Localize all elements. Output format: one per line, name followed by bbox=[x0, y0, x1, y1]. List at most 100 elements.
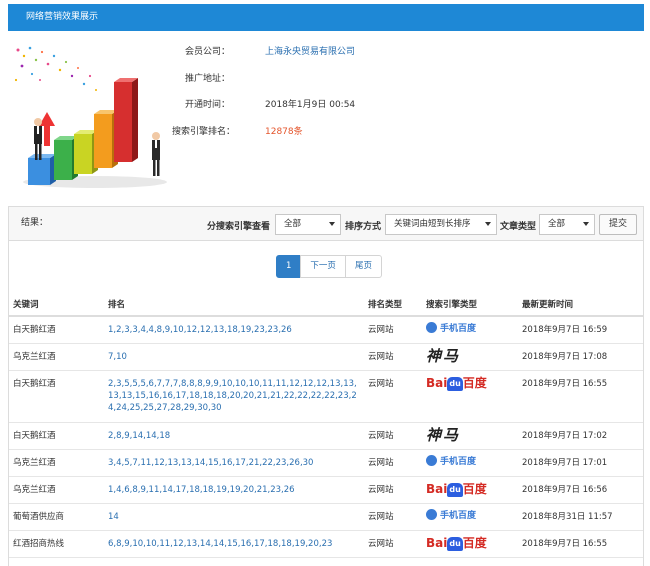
paw-icon bbox=[426, 454, 437, 466]
confetti-decoration bbox=[14, 46, 97, 91]
page-header: 网络营销效果展示 bbox=[8, 4, 644, 31]
mobile-baidu-text: 手机百度 bbox=[440, 510, 477, 521]
open-time-row: 开通时间： 2018年1月9日 00:54 bbox=[185, 97, 485, 124]
baidu-logo-bai: Bai bbox=[426, 481, 448, 496]
rank-cell: 3,4,5,7,11,12,13,13,14,15,16,17,21,22,23… bbox=[104, 449, 364, 477]
address-label: 推广地址： bbox=[185, 73, 231, 84]
table-row: 白天鹅红酒 1,2,3,3,4,4,8,9,10,12,12,13,18,19,2… bbox=[9, 316, 643, 344]
page-1-button[interactable]: 1 bbox=[276, 255, 302, 278]
engine-cell: 手机百度 bbox=[422, 503, 518, 531]
engine-cell: 神马 bbox=[422, 422, 518, 450]
mobile-baidu-logo: 手机百度 bbox=[426, 322, 476, 338]
mobile-baidu-text: 手机百度 bbox=[440, 324, 477, 334]
updated-cell: 2018年9月7日 17:02 bbox=[518, 422, 643, 450]
sort-select[interactable]: 关键词由短到长排序 bbox=[385, 214, 497, 235]
open-time-value: 2018年1月9日 00:54 bbox=[265, 100, 356, 110]
rank-cell: 1,4,6,8,9,11,14,17,18,18,19,19,20,21,23,… bbox=[104, 476, 364, 504]
engine-cell: 神马 bbox=[422, 343, 518, 371]
keyword-cell: 白天鹅红酒 bbox=[9, 422, 104, 450]
engine-filter-label: 分搜索引擎查看 bbox=[207, 222, 271, 232]
col-updated: 最新更新时间 bbox=[518, 293, 643, 317]
keyword-cell: 红酒招商热线 bbox=[9, 530, 104, 558]
chevron-down-icon bbox=[485, 222, 491, 226]
rank-type-cell: 云网站 bbox=[364, 316, 422, 344]
rank-type-cell: 云网站 bbox=[364, 449, 422, 477]
baidu-logo: Bai du 百度 bbox=[426, 482, 487, 498]
submit-button[interactable]: 提交 bbox=[599, 214, 637, 235]
table-row: 白天鹅红酒 2,3,5,5,5,6,7,7,7,8,8,8,9,9,10,10,1… bbox=[9, 370, 643, 423]
businessman-left bbox=[34, 118, 42, 160]
baidu-logo: Bai du 百度 bbox=[426, 536, 487, 552]
growth-illustration bbox=[14, 46, 167, 188]
article-type-select[interactable]: 全部 bbox=[539, 214, 595, 235]
paw-icon bbox=[426, 322, 437, 333]
rank-type-cell: 云网站 bbox=[364, 343, 422, 371]
updated-cell: 2018年9月7日 17:01 bbox=[518, 449, 643, 477]
keyword-cell: 白天鹅红酒 bbox=[9, 316, 104, 344]
keyword-cell: 乌克兰红酒 bbox=[9, 449, 104, 477]
table-row: 白天鹅红酒 2,8,9,14,14,18 云网站 神马 2018年9月7日 17:02 bbox=[9, 422, 643, 450]
engine-cell: Bai du 百度 bbox=[422, 476, 518, 504]
mobile-baidu-text: 手机百度 bbox=[440, 456, 477, 467]
pagination: 1 下一页 尾页 bbox=[276, 255, 382, 278]
baidu-logo-du: du bbox=[447, 536, 463, 551]
rank-type-cell: 云网站 bbox=[364, 370, 422, 423]
results-table: 关键词 排名 排名类型 搜索引擎类型 最新更新时间 白天鹅红酒 1,2,3,3,4… bbox=[9, 293, 643, 558]
table-row: 乌克兰红酒 1,4,6,8,9,11,14,17,18,18,19,19,20,2… bbox=[9, 476, 643, 504]
sort-label: 排序方式 bbox=[345, 222, 382, 232]
paw-icon bbox=[426, 508, 437, 520]
page-title: 网络营销效果展示 bbox=[26, 12, 99, 22]
engine-cell: Bai du 百度 bbox=[422, 530, 518, 558]
table-row: 乌克兰红酒 3,4,5,7,11,12,13,13,14,15,16,17,21,… bbox=[9, 449, 643, 477]
rank-type-cell: 云网站 bbox=[364, 476, 422, 504]
address-row: 推广地址： bbox=[185, 71, 485, 98]
keyword-cell: 乌克兰红酒 bbox=[9, 476, 104, 504]
table-row: 红酒招商热线 6,8,9,10,10,11,12,13,14,14,15,16,1… bbox=[9, 530, 643, 558]
open-time-label: 开通时间： bbox=[185, 100, 231, 110]
updated-cell: 2018年9月7日 16:59 bbox=[518, 316, 643, 344]
sort-select-value: 关键词由短到长排序 bbox=[394, 219, 471, 229]
mobile-baidu-logo: 手机百度 bbox=[426, 508, 477, 525]
col-engine-type: 搜索引擎类型 bbox=[422, 293, 518, 317]
rank-type-cell: 云网站 bbox=[364, 530, 422, 558]
rank-label: 搜索引擎排名： bbox=[172, 126, 236, 137]
table-row: 葡萄酒供应商 14 云网站 手机百度 2018年8月31日 11:57 bbox=[9, 503, 643, 531]
baidu-logo-bai: Bai bbox=[426, 375, 448, 390]
chevron-down-icon bbox=[583, 222, 589, 226]
baidu-logo-du: du bbox=[447, 376, 463, 391]
baidu-logo: Bai du 百度 bbox=[426, 376, 487, 392]
article-type-label: 文章类型 bbox=[500, 222, 537, 232]
updated-cell: 2018年9月7日 17:08 bbox=[518, 343, 643, 371]
rank-row: 搜索引擎排名： 12878条 bbox=[172, 124, 485, 151]
rank-cell: 2,3,5,5,5,6,7,7,7,8,8,8,9,9,10,10,10,11,… bbox=[104, 370, 364, 423]
shenma-logo: 神马 bbox=[426, 425, 461, 444]
engine-select[interactable]: 全部 bbox=[275, 214, 341, 235]
updated-cell: 2018年8月31日 11:57 bbox=[518, 503, 643, 531]
last-page-button[interactable]: 尾页 bbox=[344, 255, 382, 278]
chevron-down-icon bbox=[329, 222, 335, 226]
updated-cell: 2018年9月7日 16:55 bbox=[518, 370, 643, 423]
rank-value: 12878条 bbox=[265, 126, 303, 137]
result-label: 结果： bbox=[21, 218, 49, 228]
table-row: 乌克兰红酒 7,10 云网站 神马 2018年9月7日 17:08 bbox=[9, 343, 643, 371]
updated-cell: 2018年9月7日 16:56 bbox=[518, 476, 643, 504]
company-value[interactable]: 上海永央贸易有限公司 bbox=[265, 44, 355, 57]
engine-cell: 手机百度 bbox=[422, 449, 518, 477]
updated-cell: 2018年9月7日 16:55 bbox=[518, 530, 643, 558]
table-header-row: 关键词 排名 排名类型 搜索引擎类型 最新更新时间 bbox=[9, 293, 643, 317]
engine-cell: 手机百度 bbox=[422, 316, 518, 344]
filter-bar: 结果： 分搜索引擎查看 全部 排序方式 关键词由短到长排序 文章类型 全部 提交 bbox=[9, 207, 643, 241]
shenma-logo: 神马 bbox=[426, 346, 461, 365]
keyword-cell: 葡萄酒供应商 bbox=[9, 503, 104, 531]
baidu-logo-cn: 百度 bbox=[462, 535, 487, 550]
col-keyword: 关键词 bbox=[9, 293, 104, 317]
next-page-button[interactable]: 下一页 bbox=[300, 255, 346, 278]
engine-cell: Bai du 百度 bbox=[422, 370, 518, 423]
baidu-logo-du: du bbox=[447, 482, 463, 497]
mobile-baidu-logo: 手机百度 bbox=[426, 454, 477, 471]
company-row: 会员公司： 上海永央贸易有限公司 bbox=[185, 44, 485, 71]
baidu-logo-bai: Bai bbox=[426, 535, 448, 550]
bar-blue bbox=[28, 154, 56, 185]
rank-cell: 7,10 bbox=[104, 343, 364, 371]
rank-cell: 6,8,9,10,10,11,12,13,14,14,15,16,17,18,1… bbox=[104, 530, 364, 558]
